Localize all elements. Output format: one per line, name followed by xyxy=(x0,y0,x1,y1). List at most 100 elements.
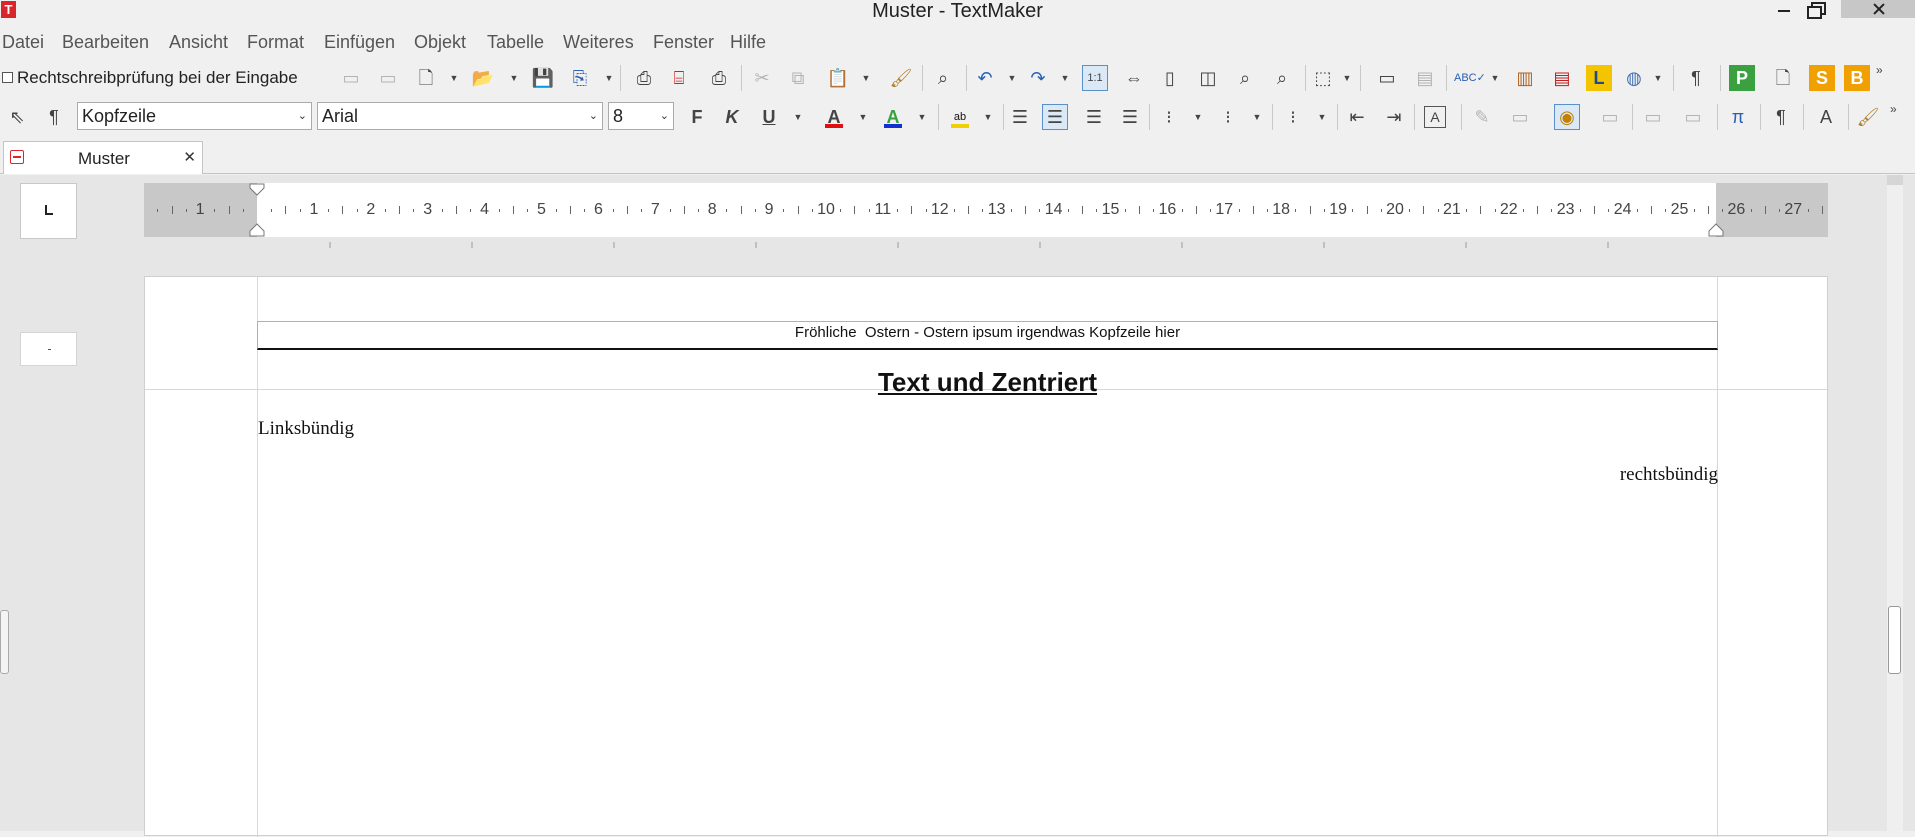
vertical-scrollbar[interactable] xyxy=(1887,175,1903,831)
outline-list-icon[interactable]: ⁝ xyxy=(1280,104,1306,130)
save-as-icon[interactable]: ⎘ xyxy=(567,65,593,91)
paragraph-style-icon[interactable]: ¶ xyxy=(41,104,67,130)
insert-frame-dropdown-icon[interactable]: ▼ xyxy=(1342,65,1352,91)
underline-dropdown-icon[interactable]: ▼ xyxy=(793,104,803,130)
menu-datei[interactable]: Datei xyxy=(2,30,44,54)
pilcrow-icon[interactable]: ¶ xyxy=(1683,65,1709,91)
document-info-icon[interactable]: 🗋 xyxy=(1770,65,1796,91)
zoom-in-icon[interactable]: ⌕ xyxy=(1269,65,1295,91)
web-icon[interactable]: ◍ xyxy=(1621,65,1647,91)
paragraph-style-select[interactable]: Kopfzeile ⌄ xyxy=(77,102,312,130)
decrease-indent-icon[interactable]: ⇤ xyxy=(1344,104,1370,130)
spellcheck-abc-icon[interactable]: ABC✓ xyxy=(1454,65,1486,91)
font-color-button[interactable]: A xyxy=(821,104,847,130)
left-aligned-paragraph[interactable]: Linksbündig xyxy=(258,418,354,440)
paste-icon[interactable]: 📋 xyxy=(825,65,851,91)
font-size-select[interactable]: 8 ⌄ xyxy=(608,102,674,130)
chevron-down-icon[interactable]: ⌄ xyxy=(298,103,307,129)
outline-list-dropdown-icon[interactable]: ▼ xyxy=(1317,104,1327,130)
spellcheck-dropdown-icon[interactable]: ▼ xyxy=(1490,65,1500,91)
new-frame-icon[interactable]: ▭ xyxy=(338,65,364,91)
toolbar-overflow-icon[interactable]: » xyxy=(1876,63,1883,77)
justify-icon[interactable]: ☰ xyxy=(1117,104,1143,130)
tab-stop-type-button[interactable] xyxy=(20,183,77,239)
menu-einfuegen[interactable]: Einfügen xyxy=(324,30,395,54)
text-frame-icon[interactable]: A xyxy=(1424,106,1446,128)
edit-comment-icon[interactable]: ✎ xyxy=(1469,104,1495,130)
scrollbar-thumb[interactable] xyxy=(1888,606,1901,674)
first-line-indent-marker[interactable] xyxy=(249,183,265,199)
toolbar-overflow-icon[interactable]: » xyxy=(1890,102,1897,116)
open-folder-icon[interactable]: 📂 xyxy=(470,65,496,91)
chevron-down-icon[interactable]: ⌄ xyxy=(660,103,669,129)
bold-button[interactable]: F xyxy=(684,104,710,130)
text-highlight-button[interactable]: A xyxy=(880,104,906,130)
insert-comment-icon[interactable]: ▭ xyxy=(1507,104,1533,130)
paste-dropdown-icon[interactable]: ▼ xyxy=(861,65,871,91)
italic-button[interactable]: K xyxy=(719,104,745,130)
print-icon[interactable]: ⎙ xyxy=(631,65,657,91)
tab-muster[interactable]: Muster ✕ xyxy=(3,141,203,174)
font-color-dropdown-icon[interactable]: ▼ xyxy=(858,104,868,130)
menu-tabelle[interactable]: Tabelle xyxy=(487,30,544,54)
sidebar-handle[interactable] xyxy=(0,610,9,674)
redo-dropdown-icon[interactable]: ▼ xyxy=(1060,65,1070,91)
checkbox-box[interactable] xyxy=(2,72,13,83)
cut-icon[interactable]: ✂ xyxy=(749,65,775,91)
numbered-list-icon[interactable]: ⁝ xyxy=(1215,104,1241,130)
chevron-down-icon[interactable]: ⌄ xyxy=(589,103,598,129)
menu-weiteres[interactable]: Weiteres xyxy=(563,30,634,54)
save-icon[interactable]: 💾 xyxy=(530,65,556,91)
new-document-dropdown-icon[interactable]: ▼ xyxy=(449,65,459,91)
restore-button[interactable] xyxy=(1803,0,1827,19)
lexicon-icon[interactable]: L xyxy=(1586,65,1612,91)
document-heading[interactable]: Text und Zentriert xyxy=(257,367,1718,398)
spellcheck-checkbox[interactable]: Rechtschreibprüfung bei der Eingabe xyxy=(2,68,298,88)
zoom-icon[interactable]: ⌕ xyxy=(1232,65,1258,91)
previous-comment-icon[interactable]: ▭ xyxy=(1640,104,1666,130)
brush-icon[interactable]: 🖌 xyxy=(1855,104,1881,130)
copy-icon[interactable]: ⧉ xyxy=(785,65,811,91)
insert-frame-icon[interactable]: ⬚ xyxy=(1310,65,1336,91)
form-object-icon[interactable]: ▤ xyxy=(1412,65,1438,91)
basicmaker-icon[interactable]: B xyxy=(1844,65,1870,91)
new-textframe-icon[interactable]: ▭ xyxy=(375,65,401,91)
export-pdf-icon[interactable]: ⌸ xyxy=(666,65,692,91)
menu-ansicht[interactable]: Ansicht xyxy=(169,30,228,54)
underline-button[interactable]: U xyxy=(756,104,782,130)
menu-fenster[interactable]: Fenster xyxy=(653,30,714,54)
next-comment-icon[interactable]: ▭ xyxy=(1680,104,1706,130)
align-center-icon[interactable]: ☰ xyxy=(1042,104,1068,130)
header-text[interactable]: Fröhliche Ostern - Ostern ipsum irgendwa… xyxy=(258,324,1717,341)
header-frame[interactable]: Fröhliche Ostern - Ostern ipsum irgendwa… xyxy=(257,321,1718,350)
menu-objekt[interactable]: Objekt xyxy=(414,30,466,54)
redo-icon[interactable]: ↷ xyxy=(1025,65,1051,91)
bullet-list-icon[interactable]: ⁝ xyxy=(1156,104,1182,130)
presentations-icon[interactable]: P xyxy=(1729,65,1755,91)
open-dropdown-icon[interactable]: ▼ xyxy=(509,65,519,91)
close-tab-icon[interactable]: ✕ xyxy=(183,148,196,166)
full-page-icon[interactable]: ▯ xyxy=(1157,65,1183,91)
planmaker-icon[interactable]: S xyxy=(1809,65,1835,91)
new-document-icon[interactable]: 🗋 xyxy=(413,65,439,91)
delete-comment-icon[interactable]: ▭ xyxy=(1597,104,1623,130)
align-left-icon[interactable]: ☰ xyxy=(1007,104,1033,130)
marker-button[interactable]: ab xyxy=(947,104,973,130)
character-format-icon[interactable]: A xyxy=(1813,104,1839,130)
right-aligned-paragraph[interactable]: rechtsbündig xyxy=(257,464,1718,486)
marker-dropdown-icon[interactable]: ▼ xyxy=(983,104,993,130)
save-dropdown-icon[interactable]: ▼ xyxy=(604,65,614,91)
undo-icon[interactable]: ↶ xyxy=(972,65,998,91)
numbered-list-dropdown-icon[interactable]: ▼ xyxy=(1252,104,1262,130)
two-pages-icon[interactable]: ◫ xyxy=(1195,65,1221,91)
print-preview-icon[interactable]: ⎙ xyxy=(706,65,732,91)
select-pointer-icon[interactable]: ⇖ xyxy=(4,104,30,130)
reference-icon[interactable]: ▤ xyxy=(1549,65,1575,91)
formula-icon[interactable]: π xyxy=(1725,104,1751,130)
show-changes-icon[interactable]: ◉ xyxy=(1554,104,1580,130)
page-width-icon[interactable]: ⇔ xyxy=(1121,65,1147,91)
horizontal-ruler[interactable]: 1 1 2 3 4 5 6 7 8 9 10 11 12 13 14 15 16 17 18 19 20 21 22 23 24… xyxy=(144,183,1828,237)
increase-indent-icon[interactable]: ⇥ xyxy=(1381,104,1407,130)
paragraph-format-icon[interactable]: ¶ xyxy=(1768,104,1794,130)
menu-bearbeiten[interactable]: Bearbeiten xyxy=(62,30,149,54)
